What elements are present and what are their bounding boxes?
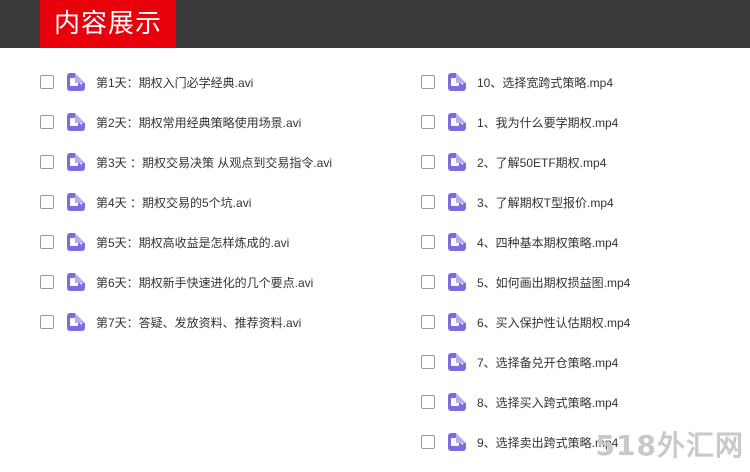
select-checkbox[interactable] [421,155,435,169]
video-file-icon [67,233,85,251]
file-list-item[interactable]: 第3天 ：期权交易决策 从观点到交易指令.avi [40,142,332,182]
file-list-item[interactable]: 第6天：期权新手快速进化的几个要点.avi [40,262,332,302]
select-checkbox[interactable] [421,315,435,329]
file-name: 第7天：答疑、发放资料、推荐资料.avi [96,315,302,330]
file-list-item[interactable]: 第7天：答疑、发放资料、推荐资料.avi [40,302,332,342]
watermark: 518外汇网 [595,429,744,462]
page-title: 内容展示 [40,0,176,48]
video-file-icon [448,393,466,411]
file-list-item[interactable]: 7、选择备兑开仓策略.mp4 [421,342,630,382]
file-list-item[interactable]: 6、买入保护性认估期权.mp4 [421,302,630,342]
file-list-item[interactable]: 第2天：期权常用经典策略使用场景.avi [40,102,332,142]
top-bar: 内容展示 [0,0,750,48]
file-name: 4、四种基本期权策略.mp4 [477,235,619,250]
file-name: 第2天：期权常用经典策略使用场景.avi [96,115,302,130]
select-checkbox[interactable] [421,115,435,129]
file-list-item[interactable]: 10、选择宽跨式策略.mp4 [421,62,630,102]
file-list-item[interactable]: 第5天：期权高收益是怎样炼成的.avi [40,222,332,262]
select-checkbox[interactable] [421,195,435,209]
video-file-icon [67,153,85,171]
file-name: 2、了解50ETF期权.mp4 [477,155,607,170]
file-name: 1、我为什么要学期权.mp4 [477,115,619,130]
video-file-icon [448,193,466,211]
select-checkbox[interactable] [421,355,435,369]
video-file-icon [67,73,85,91]
video-file-icon [67,113,85,131]
file-name: 第4天 ：期权交易的5个坑.avi [96,195,252,210]
file-name: 8、选择买入跨式策略.mp4 [477,395,619,410]
video-file-icon [448,113,466,131]
video-file-icon [448,353,466,371]
video-file-icon [448,73,466,91]
file-name: 第6天：期权新手快速进化的几个要点.avi [96,275,314,290]
select-checkbox[interactable] [40,75,54,89]
select-checkbox[interactable] [421,275,435,289]
select-checkbox[interactable] [40,275,54,289]
video-file-icon [448,313,466,331]
video-file-icon [448,273,466,291]
left-file-list: 第1天：期权入门必学经典.avi 第2天：期权常用经典策略使用场景.avi 第3… [40,62,332,342]
file-list-item[interactable]: 1、我为什么要学期权.mp4 [421,102,630,142]
file-list-item[interactable]: 第1天：期权入门必学经典.avi [40,62,332,102]
file-list-item[interactable]: 第4天 ：期权交易的5个坑.avi [40,182,332,222]
select-checkbox[interactable] [40,315,54,329]
right-file-list: 10、选择宽跨式策略.mp4 1、我为什么要学期权.mp4 2、了解50ETF期… [421,62,630,462]
video-file-icon [67,313,85,331]
select-checkbox[interactable] [421,75,435,89]
file-name: 6、买入保护性认估期权.mp4 [477,315,631,330]
file-list-item[interactable]: 3、了解期权T型报价.mp4 [421,182,630,222]
select-checkbox[interactable] [40,155,54,169]
file-list-item[interactable]: 2、了解50ETF期权.mp4 [421,142,630,182]
file-name: 第5天：期权高收益是怎样炼成的.avi [96,235,290,250]
select-checkbox[interactable] [40,235,54,249]
file-name: 第1天：期权入门必学经典.avi [96,75,254,90]
select-checkbox[interactable] [40,195,54,209]
video-file-icon [67,273,85,291]
video-file-icon [448,433,466,451]
file-list-item[interactable]: 8、选择买入跨式策略.mp4 [421,382,630,422]
file-name: 10、选择宽跨式策略.mp4 [477,75,614,90]
select-checkbox[interactable] [40,115,54,129]
video-file-icon [448,153,466,171]
file-name: 5、如何画出期权损益图.mp4 [477,275,631,290]
select-checkbox[interactable] [421,395,435,409]
select-checkbox[interactable] [421,435,435,449]
video-file-icon [67,193,85,211]
file-name: 3、了解期权T型报价.mp4 [477,195,614,210]
file-name: 第3天 ：期权交易决策 从观点到交易指令.avi [96,155,333,170]
file-list-item[interactable]: 4、四种基本期权策略.mp4 [421,222,630,262]
select-checkbox[interactable] [421,235,435,249]
file-name: 7、选择备兑开仓策略.mp4 [477,355,619,370]
video-file-icon [448,233,466,251]
file-list-item[interactable]: 5、如何画出期权损益图.mp4 [421,262,630,302]
